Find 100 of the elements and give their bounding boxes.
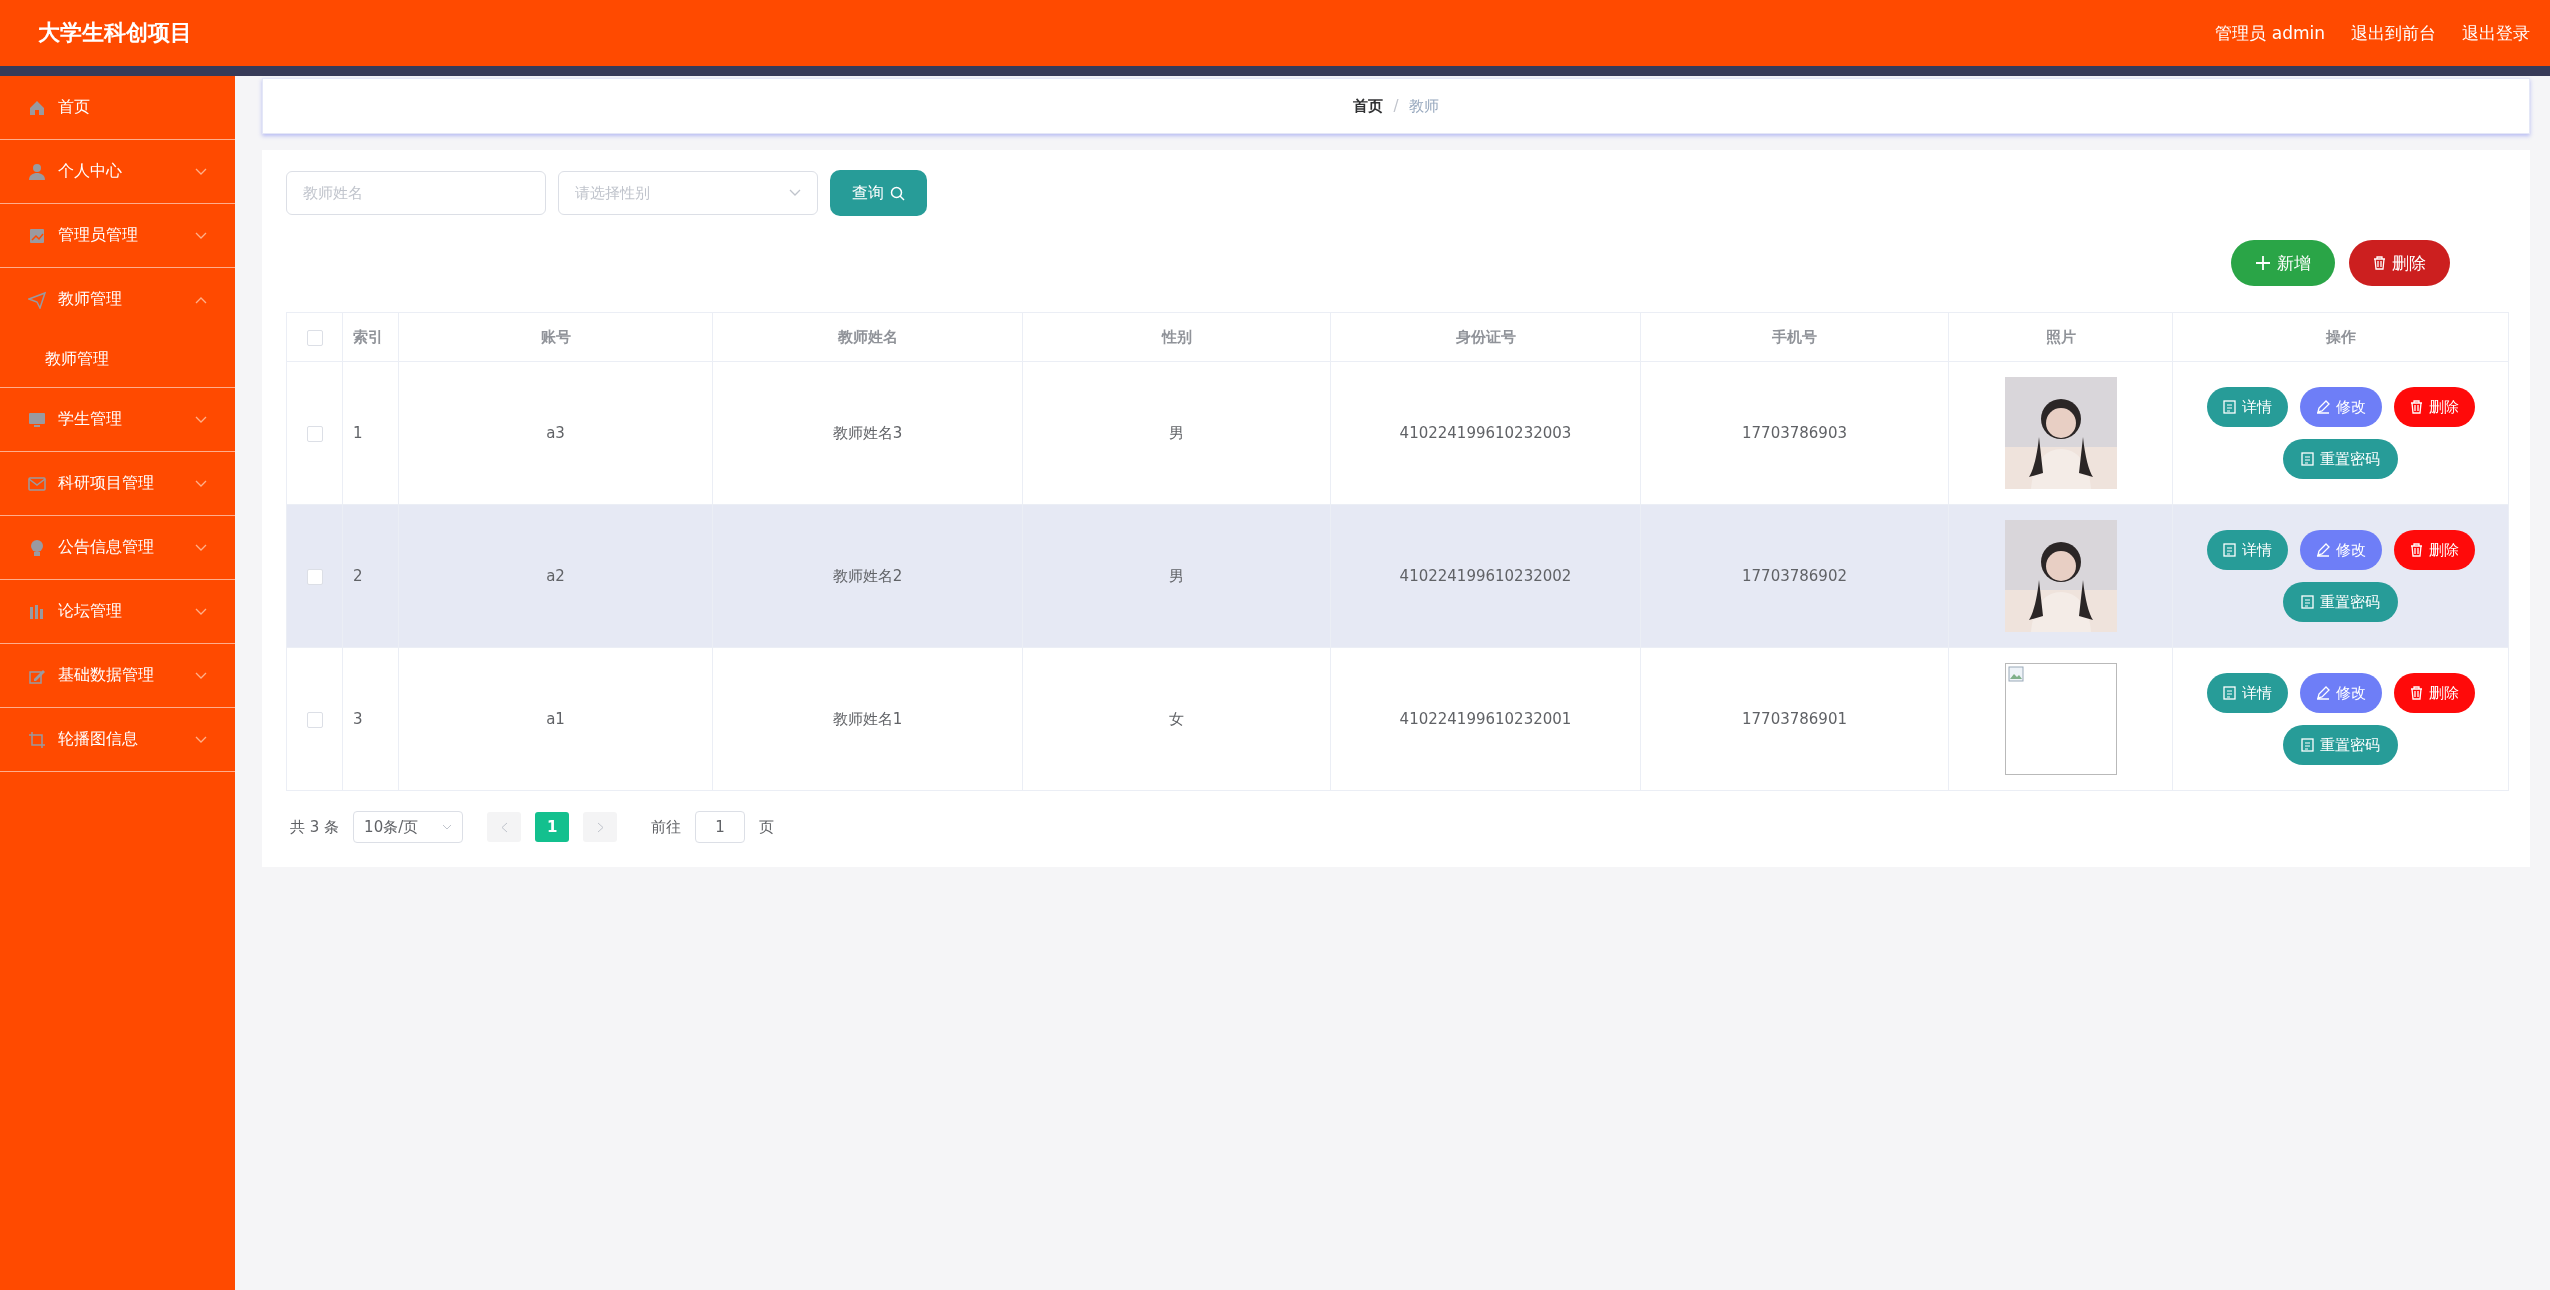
search-icon xyxy=(890,185,905,201)
menu-icon xyxy=(28,538,46,557)
plus-icon xyxy=(2255,255,2271,271)
document-icon xyxy=(2222,400,2236,414)
id-number-cell: 410224199610232003 xyxy=(1330,361,1641,505)
document-icon xyxy=(2222,543,2236,557)
menu-icon xyxy=(28,602,46,621)
app-title: 大学生科创项目 xyxy=(38,19,192,47)
page-unit: 页 xyxy=(759,817,775,837)
trash-icon xyxy=(2373,256,2386,270)
chevron-down-icon xyxy=(195,735,207,744)
column-header: 账号 xyxy=(398,312,713,362)
name-cell: 教师姓名2 xyxy=(712,504,1023,648)
column-header: 性别 xyxy=(1022,312,1331,362)
document-icon xyxy=(2301,595,2314,609)
menu-item[interactable]: 轮播图信息 xyxy=(0,708,235,771)
chevron-down-icon xyxy=(195,479,207,488)
phone-cell: 17703786902 xyxy=(1640,504,1949,648)
gender-cell: 男 xyxy=(1022,361,1331,505)
delete-button[interactable]: 删除 xyxy=(2393,530,2475,570)
column-header: 索引 xyxy=(342,312,399,362)
account-cell: a1 xyxy=(398,647,713,791)
delete-button[interactable]: 删除 xyxy=(2393,387,2475,427)
chevron-up-icon xyxy=(195,295,207,304)
menu-icon xyxy=(28,226,46,245)
menu-item[interactable]: 基础数据管理 xyxy=(0,644,235,707)
document-icon xyxy=(2301,452,2314,466)
edit-button[interactable]: 修改 xyxy=(2299,673,2382,713)
phone-cell: 17703786903 xyxy=(1640,361,1949,505)
add-button[interactable]: 新增 xyxy=(2231,240,2335,286)
header-link[interactable]: 管理员 admin xyxy=(2215,21,2325,45)
menu-icon xyxy=(28,290,46,309)
menu-icon xyxy=(28,98,46,117)
menu-item[interactable]: 教师管理 xyxy=(0,268,235,331)
detail-button[interactable]: 详情 xyxy=(2206,673,2288,713)
chevron-down-icon xyxy=(195,543,207,552)
edit-button[interactable]: 修改 xyxy=(2299,530,2382,570)
chevron-left-icon xyxy=(500,821,508,833)
chevron-down-icon xyxy=(195,167,207,176)
menu-icon xyxy=(28,162,46,181)
checkbox[interactable] xyxy=(306,568,323,585)
trash-icon xyxy=(2409,400,2423,414)
breadcrumb-separator: / xyxy=(1393,97,1399,115)
breadcrumb-link[interactable]: 首页 xyxy=(1353,96,1384,116)
menu-item[interactable]: 首页 xyxy=(0,76,235,139)
reset-password-button[interactable]: 重置密码 xyxy=(2283,582,2398,622)
index-cell: 3 xyxy=(342,647,399,791)
page-number[interactable]: 1 xyxy=(535,812,570,842)
goto-label: 前往 xyxy=(651,817,682,837)
account-cell: a2 xyxy=(398,504,713,648)
pencil-icon xyxy=(2315,543,2330,557)
header-link[interactable]: 退出登录 xyxy=(2462,21,2530,45)
trash-icon xyxy=(2409,686,2423,700)
submenu-item[interactable]: 教师管理 xyxy=(0,331,235,387)
gender-cell: 男 xyxy=(1022,504,1331,648)
edit-button[interactable]: 修改 xyxy=(2299,387,2382,427)
reset-password-button[interactable]: 重置密码 xyxy=(2283,439,2398,479)
chevron-down-icon xyxy=(789,189,801,197)
menu-item[interactable]: 科研项目管理 xyxy=(0,452,235,515)
checkbox[interactable] xyxy=(306,329,323,346)
chevron-down-icon xyxy=(195,231,207,240)
search-button[interactable]: 查询 xyxy=(830,170,927,216)
previous-page-button[interactable] xyxy=(487,812,522,842)
column-header: 操作 xyxy=(2172,312,2509,362)
menu-item[interactable]: 个人中心 xyxy=(0,140,235,203)
page-size-select[interactable]: 10条/页 xyxy=(353,811,464,843)
detail-button[interactable]: 详情 xyxy=(2206,530,2288,570)
menu-item[interactable]: 管理员管理 xyxy=(0,204,235,267)
delete-button[interactable]: 删除 xyxy=(2349,240,2450,286)
document-icon xyxy=(2222,686,2236,700)
chevron-down-icon xyxy=(195,671,207,680)
name-search-field[interactable]: 教师姓名 xyxy=(286,171,546,215)
reset-password-button[interactable]: 重置密码 xyxy=(2283,725,2398,765)
menu-icon xyxy=(28,410,46,429)
column-header: 手机号 xyxy=(1640,312,1949,362)
column-header: 教师姓名 xyxy=(712,312,1023,362)
pencil-icon xyxy=(2315,686,2330,700)
column-header: 照片 xyxy=(1948,312,2173,362)
header-link[interactable]: 退出到前台 xyxy=(2351,21,2436,45)
menu-icon xyxy=(28,730,46,749)
gender-cell: 女 xyxy=(1022,647,1331,791)
chevron-right-icon xyxy=(596,821,604,833)
checkbox[interactable] xyxy=(306,425,323,442)
delete-button[interactable]: 删除 xyxy=(2393,673,2475,713)
checkbox[interactable] xyxy=(306,711,323,728)
gender-select[interactable]: 请选择性别 xyxy=(558,171,818,215)
id-number-cell: 410224199610232001 xyxy=(1330,647,1641,791)
next-page-button[interactable] xyxy=(583,812,618,842)
menu-item[interactable]: 公告信息管理 xyxy=(0,516,235,579)
menu-item[interactable]: 学生管理 xyxy=(0,388,235,451)
name-cell: 教师姓名3 xyxy=(712,361,1023,505)
broken-image-icon xyxy=(2007,666,2024,682)
detail-button[interactable]: 详情 xyxy=(2206,387,2288,427)
trash-icon xyxy=(2409,543,2423,557)
breadcrumb-current: 教师 xyxy=(1408,96,1439,116)
pencil-icon xyxy=(2315,400,2330,414)
page-input[interactable]: 1 xyxy=(695,811,746,843)
menu-icon xyxy=(28,474,46,493)
name-cell: 教师姓名1 xyxy=(712,647,1023,791)
menu-item[interactable]: 论坛管理 xyxy=(0,580,235,643)
